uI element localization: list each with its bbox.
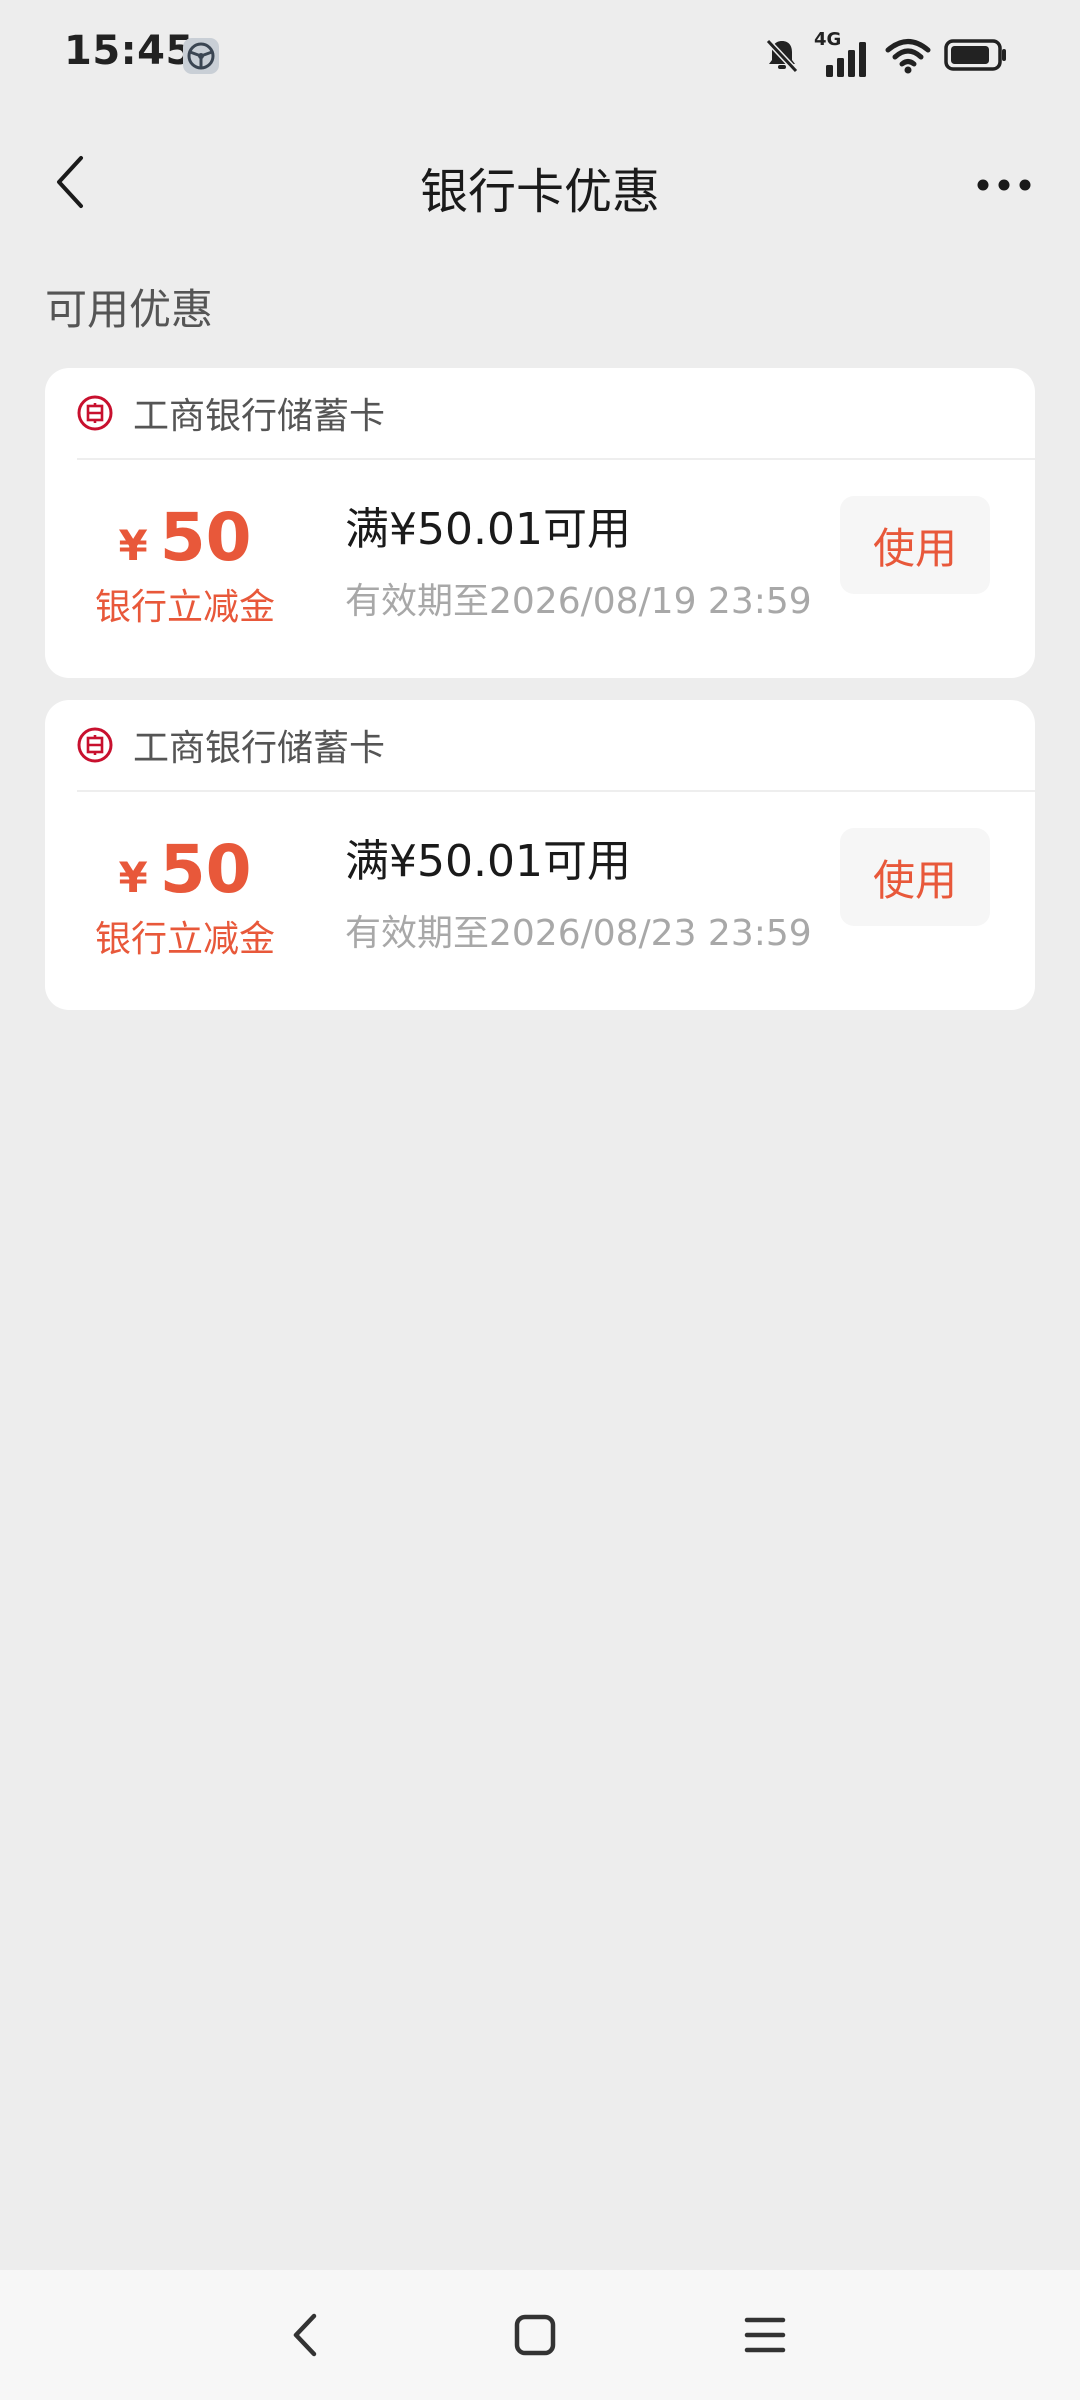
nav-back-button[interactable] <box>270 2300 340 2370</box>
icbc-logo-icon <box>77 727 113 763</box>
nav-menu-icon <box>744 2317 786 2353</box>
status-time: 15:45 <box>64 28 194 74</box>
coupon-details: 满¥50.01可用 有效期至2026/08/19 23:59 <box>345 500 812 624</box>
cellular-signal-icon <box>826 42 866 77</box>
validity-date: 有效期至2026/08/19 23:59 <box>345 581 812 622</box>
usage-condition: 满¥50.01可用 <box>345 504 631 555</box>
bank-name: 工商银行储蓄卡 <box>133 396 386 437</box>
discount-type-label: 银行立减金 <box>94 587 275 628</box>
section-title-available: 可用优惠 <box>45 285 214 334</box>
currency-symbol: ¥ <box>118 521 148 570</box>
validity-date: 有效期至2026/08/23 23:59 <box>345 913 812 954</box>
use-coupon-button[interactable]: 使用 <box>840 828 990 926</box>
amount-value: 50 <box>159 831 252 908</box>
discount-amount: ¥ 50 银行立减金 <box>45 500 325 630</box>
nav-menu-button[interactable] <box>730 2300 800 2370</box>
card-header: 工商银行储蓄卡 <box>77 700 1035 792</box>
status-icons: 4G <box>762 29 1008 80</box>
system-navigation-bar <box>0 2270 1080 2400</box>
card-header: 工商银行储蓄卡 <box>77 368 1035 460</box>
bell-muted-icon <box>765 38 799 74</box>
wifi-icon <box>885 39 931 74</box>
more-horizontal-icon <box>977 179 1031 191</box>
icbc-logo-icon <box>77 395 113 431</box>
nav-home-button[interactable] <box>500 2300 570 2370</box>
page-title: 银行卡优惠 <box>419 164 660 220</box>
status-bar: 15:45 4G <box>0 0 1080 110</box>
top-navigation-bar: 银行卡优惠 <box>0 120 1080 250</box>
discount-type-label: 银行立减金 <box>94 919 275 960</box>
coupon-card: 工商银行储蓄卡 ¥ 50 银行立减金 满¥50.01可用 有效期至2026/08… <box>45 700 1035 1010</box>
nav-back-icon <box>293 2313 317 2357</box>
battery-icon <box>944 39 1006 71</box>
nav-home-icon <box>514 2314 556 2356</box>
amount-value: 50 <box>159 499 252 576</box>
coupon-card: 工商银行储蓄卡 ¥ 50 银行立减金 满¥50.01可用 有效期至2026/08… <box>45 368 1035 678</box>
signal-indicator: 4G <box>814 29 872 77</box>
use-coupon-button[interactable]: 使用 <box>840 496 990 594</box>
more-options-button[interactable] <box>964 150 1044 220</box>
bank-name: 工商银行储蓄卡 <box>133 728 386 769</box>
discount-amount: ¥ 50 银行立减金 <box>45 832 325 962</box>
usage-condition: 满¥50.01可用 <box>345 836 631 887</box>
steering-wheel-icon <box>183 38 219 74</box>
coupon-details: 满¥50.01可用 有效期至2026/08/23 23:59 <box>345 832 812 956</box>
currency-symbol: ¥ <box>118 853 148 902</box>
